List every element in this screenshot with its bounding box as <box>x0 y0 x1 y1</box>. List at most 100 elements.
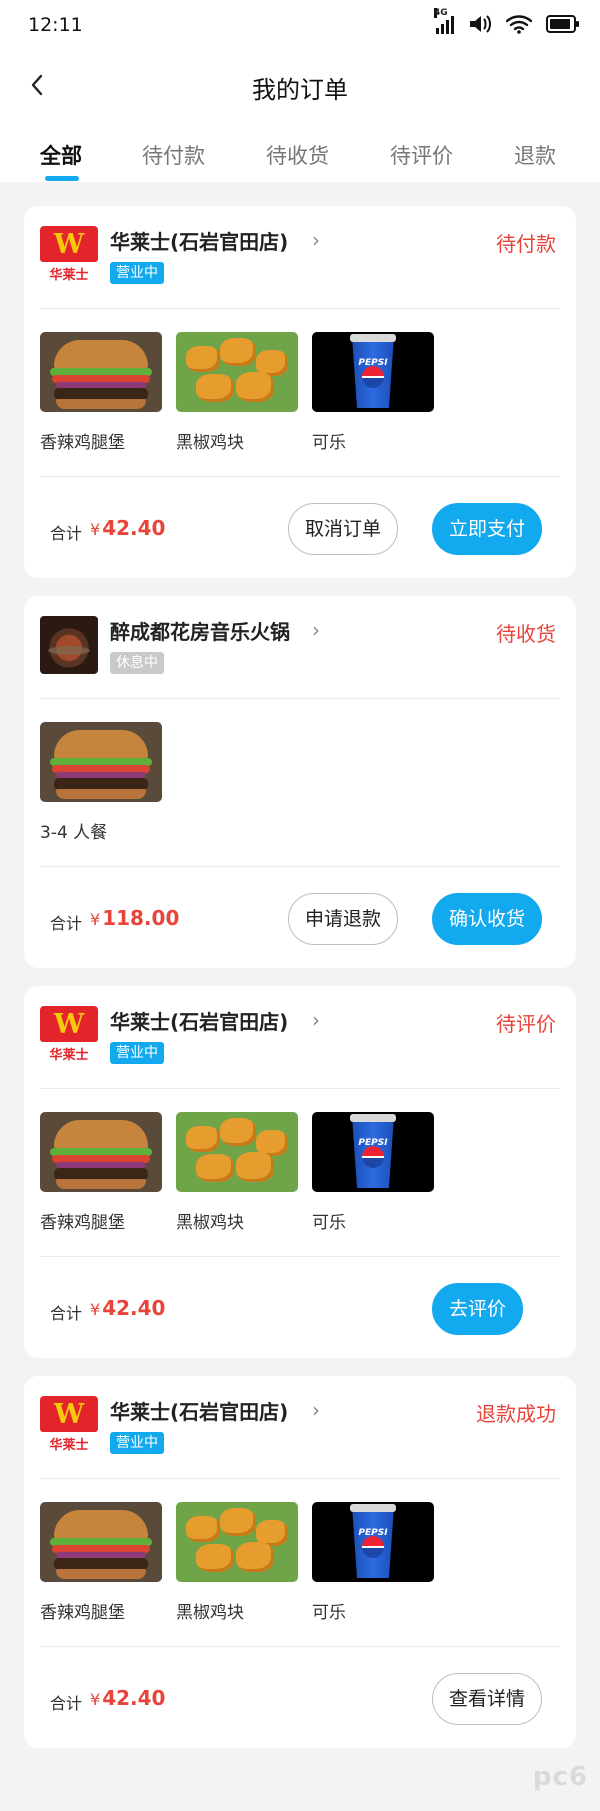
tab-indicator <box>45 176 79 181</box>
pay-now-button[interactable]: 立即支付 <box>432 503 543 555</box>
store-name[interactable]: 华莱士(石岩官田店) <box>110 1396 288 1425</box>
order-status: 待收货 <box>496 622 556 646</box>
cola-image: PEPSI <box>312 1502 434 1582</box>
signal-icon: 4G <box>434 8 454 34</box>
chevron-right-icon[interactable]: › <box>312 618 320 642</box>
order-item[interactable]: PEPSI 可乐 <box>312 1112 434 1233</box>
cola-image: PEPSI <box>312 1112 434 1192</box>
top-bar: 12:11 4G 我的订单 全部 待付款 待收货 待评价 退款 <box>0 0 600 182</box>
logo-text: 华莱士 <box>49 1048 89 1063</box>
divider <box>40 1646 560 1647</box>
store-name[interactable]: 华莱士(石岩官田店) <box>110 1006 288 1035</box>
burger-image <box>40 1502 162 1582</box>
order-card[interactable]: W 华莱士 华莱士(石岩官田店) › 营业中 待评价 香辣鸡腿堡 黑椒鸡块 PE… <box>24 986 576 1358</box>
order-item[interactable]: 香辣鸡腿堡 <box>40 1112 162 1233</box>
write-review-button[interactable]: 去评价 <box>432 1283 524 1335</box>
total-amount: ¥42.40 <box>90 516 165 540</box>
currency-symbol: ¥ <box>90 1690 101 1709</box>
item-name: 可乐 <box>312 1213 346 1233</box>
status-icons: 4G <box>434 8 579 34</box>
item-name: 香辣鸡腿堡 <box>40 1213 125 1233</box>
order-status: 退款成功 <box>476 1402 556 1426</box>
battery-icon <box>546 15 579 33</box>
logo-letter: W <box>53 1009 85 1040</box>
chevron-right-icon[interactable]: › <box>312 228 320 252</box>
logo-letter: W <box>53 229 85 260</box>
order-item[interactable]: PEPSI 可乐 <box>312 1502 434 1623</box>
total-amount: ¥118.00 <box>90 906 179 930</box>
divider <box>40 1256 560 1257</box>
order-card[interactable]: W 华莱士 华莱士(石岩官田店) › 营业中 退款成功 香辣鸡腿堡 黑椒鸡块 P… <box>24 1376 576 1748</box>
store-logo: W 华莱士 <box>40 226 98 284</box>
view-details-button[interactable]: 查看详情 <box>432 1673 543 1725</box>
status-bar: 12:11 4G <box>0 0 600 54</box>
nuggets-image <box>176 332 298 412</box>
tab-pending-receipt[interactable]: 待收货 <box>266 140 329 170</box>
logo-text: 华莱士 <box>49 268 89 283</box>
item-name: 黑椒鸡块 <box>176 433 244 453</box>
currency-symbol: ¥ <box>90 1300 101 1319</box>
store-logo <box>40 616 98 674</box>
order-card[interactable]: 醉成都花房音乐火锅 › 休息中 待收货 3-4 人餐 合计 ¥118.00 申请… <box>24 596 576 968</box>
store-status-badge: 营业中 <box>110 1432 164 1454</box>
tab-all[interactable]: 全部 <box>40 140 82 170</box>
store-logo: W 华莱士 <box>40 1006 98 1064</box>
tab-refund[interactable]: 退款 <box>514 140 556 170</box>
store-name[interactable]: 醉成都花房音乐火锅 <box>110 616 290 645</box>
confirm-receipt-button[interactable]: 确认收货 <box>432 893 543 945</box>
tab-pending-review[interactable]: 待评价 <box>390 140 453 170</box>
status-time: 12:11 <box>28 14 83 36</box>
burger-image <box>40 332 162 412</box>
order-item[interactable]: 3-4 人餐 <box>40 722 162 843</box>
total-label: 合计 <box>50 914 83 933</box>
store-status-badge: 营业中 <box>110 1042 164 1064</box>
cancel-order-button[interactable]: 取消订单 <box>288 503 399 555</box>
item-name: 香辣鸡腿堡 <box>40 433 125 453</box>
currency-symbol: ¥ <box>90 520 101 539</box>
order-item[interactable]: 黑椒鸡块 <box>176 1112 298 1233</box>
total-value: 118.00 <box>102 906 180 930</box>
wifi-icon <box>506 15 532 34</box>
order-item[interactable]: 黑椒鸡块 <box>176 332 298 453</box>
nuggets-image <box>176 1502 298 1582</box>
order-tabs: 全部 待付款 待收货 待评价 退款 <box>0 130 600 182</box>
divider <box>40 476 560 477</box>
item-name: 黑椒鸡块 <box>176 1213 244 1233</box>
order-card[interactable]: W 华莱士 华莱士(石岩官田店) › 营业中 待付款 香辣鸡腿堡 黑椒鸡块 PE… <box>24 206 576 578</box>
order-status: 待付款 <box>496 232 556 256</box>
item-name: 可乐 <box>312 1603 346 1623</box>
order-item[interactable]: PEPSI 可乐 <box>312 332 434 453</box>
page-title: 我的订单 <box>252 76 348 104</box>
order-item[interactable]: 香辣鸡腿堡 <box>40 1502 162 1623</box>
store-logo: W 华莱士 <box>40 1396 98 1454</box>
request-refund-button[interactable]: 申请退款 <box>288 893 399 945</box>
item-name: 3-4 人餐 <box>40 823 108 843</box>
chevron-right-icon[interactable]: › <box>312 1008 320 1032</box>
divider <box>40 866 560 867</box>
total-value: 42.40 <box>102 516 166 540</box>
watermark: pc6 <box>532 1762 588 1792</box>
nav-bar: 我的订单 <box>0 54 600 118</box>
item-name: 黑椒鸡块 <box>176 1603 244 1623</box>
tab-pending-payment[interactable]: 待付款 <box>142 140 205 170</box>
order-status: 待评价 <box>496 1012 556 1036</box>
total-value: 42.40 <box>102 1296 166 1320</box>
item-name: 可乐 <box>312 433 346 453</box>
chevron-right-icon[interactable]: › <box>312 1398 320 1422</box>
order-item[interactable]: 香辣鸡腿堡 <box>40 332 162 453</box>
divider <box>40 308 560 309</box>
item-name: 香辣鸡腿堡 <box>40 1603 125 1623</box>
total-value: 42.40 <box>102 1686 166 1710</box>
store-name[interactable]: 华莱士(石岩官田店) <box>110 226 288 255</box>
total-amount: ¥42.40 <box>90 1686 165 1710</box>
volume-icon <box>470 15 491 33</box>
nuggets-image <box>176 1112 298 1192</box>
order-list: W 华莱士 华莱士(石岩官田店) › 营业中 待付款 香辣鸡腿堡 黑椒鸡块 PE… <box>24 206 576 1766</box>
currency-symbol: ¥ <box>90 910 101 929</box>
burger-image <box>40 722 162 802</box>
total-label: 合计 <box>50 1304 83 1323</box>
network-type-label: 4G <box>434 8 448 18</box>
store-status-badge: 营业中 <box>110 262 164 284</box>
order-item[interactable]: 黑椒鸡块 <box>176 1502 298 1623</box>
total-label: 合计 <box>50 1694 83 1713</box>
